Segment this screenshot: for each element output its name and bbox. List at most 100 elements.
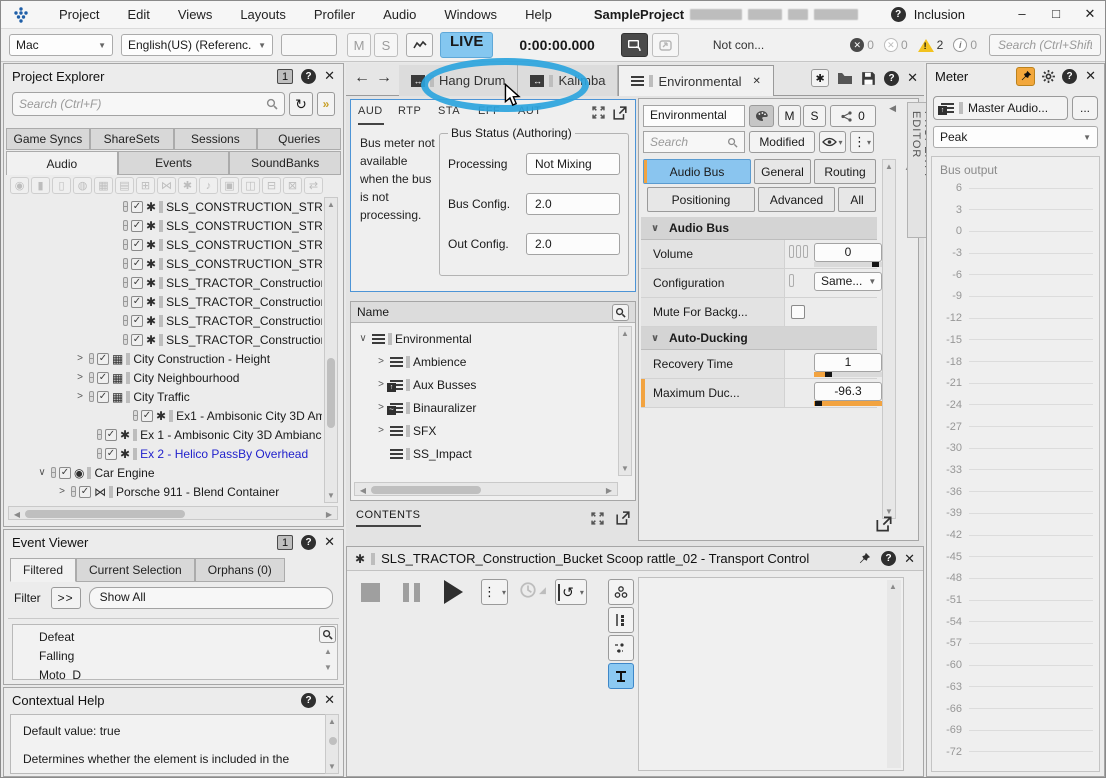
bus-tree-row[interactable]: >SFX xyxy=(351,419,635,442)
close-panel-icon[interactable]: ✕ xyxy=(904,551,915,567)
global-search-input[interactable] xyxy=(989,34,1101,56)
tree-row[interactable]: >✓▦City Neighbourhood xyxy=(8,368,322,387)
meter-more-button[interactable]: ... xyxy=(1072,96,1098,120)
meter-bus-button[interactable]: Master Audio... xyxy=(933,96,1068,120)
nav-forward-icon[interactable]: → xyxy=(376,69,392,87)
gear-icon[interactable] xyxy=(1041,69,1056,84)
menu-edit[interactable]: Edit xyxy=(113,1,163,29)
chevron-right-icon[interactable]: > xyxy=(375,425,387,436)
tree-row[interactable]: >✓▦City Construction - Height xyxy=(8,349,322,368)
error2-icon[interactable]: ✕ xyxy=(884,38,898,52)
pin-icon[interactable] xyxy=(1016,67,1035,86)
switch-container-icon[interactable]: ⊞ xyxy=(136,177,155,194)
close-panel-icon[interactable]: ✕ xyxy=(324,692,335,708)
random-container-icon[interactable]: ▦ xyxy=(94,177,113,194)
tab-current-selection[interactable]: Current Selection xyxy=(76,558,195,582)
tree-row[interactable]: ✓✱SLS_CONSTRUCTION_STREET_ xyxy=(8,216,322,235)
remote-connect-button[interactable] xyxy=(621,33,648,57)
chevron-down-icon[interactable]: ∨ xyxy=(649,223,661,234)
include-checkbox[interactable]: ✓ xyxy=(131,334,143,346)
tab-soundbanks[interactable]: SoundBanks xyxy=(229,151,341,175)
minimize-button[interactable]: – xyxy=(1005,1,1039,29)
menu-views[interactable]: Views xyxy=(164,1,226,29)
nav-back-icon[interactable]: ← xyxy=(354,69,370,87)
music-switch-icon[interactable]: ⊟ xyxy=(262,177,281,194)
tree-row[interactable]: ✓✱SLS_TRACTOR_Construction_B xyxy=(8,292,322,311)
column-header-name[interactable]: Name xyxy=(357,305,389,319)
chevron-right-icon[interactable]: > xyxy=(375,402,387,413)
event-list-item[interactable]: Moto_D xyxy=(39,666,337,680)
empty-field[interactable] xyxy=(281,34,337,56)
include-checkbox[interactable]: ✓ xyxy=(141,410,153,422)
include-checkbox[interactable]: ✓ xyxy=(105,429,117,441)
include-checkbox[interactable]: ✓ xyxy=(97,372,109,384)
list-search-button[interactable] xyxy=(319,626,336,643)
reset-button[interactable]: ↺▾ xyxy=(555,579,587,605)
tree-row[interactable]: ∨✓◉Car Engine xyxy=(8,463,322,482)
tree-hscrollbar[interactable]: ◀ ▶ xyxy=(8,506,338,520)
filter-value-field[interactable]: Show All xyxy=(89,587,333,609)
chevron-down-icon[interactable]: ∨ xyxy=(357,333,369,344)
close-panel-icon[interactable]: ✕ xyxy=(324,534,335,550)
refresh-button[interactable]: ↻ xyxy=(289,92,313,116)
tree-row[interactable]: ✓✱SLS_TRACTOR_Construction_N xyxy=(8,330,322,349)
help-icon[interactable]: ? xyxy=(301,69,316,84)
effect-icon[interactable]: ⇄ xyxy=(304,177,323,194)
pause-button[interactable] xyxy=(403,583,420,602)
bus-tree-row[interactable]: ∨Environmental xyxy=(351,327,635,350)
external-link-icon[interactable] xyxy=(876,516,892,532)
menu-help[interactable]: Help xyxy=(511,1,566,29)
tree-row[interactable]: ✓✱SLS_CONSTRUCTION_STREET_ xyxy=(8,254,322,273)
close-tab-icon[interactable]: ✕ xyxy=(753,76,761,87)
help-icon[interactable]: ? xyxy=(891,7,906,22)
expand-icon[interactable] xyxy=(591,512,604,525)
contents-vscrollbar[interactable]: ▲▼ xyxy=(618,326,632,476)
chevron-right-icon[interactable]: > xyxy=(56,486,68,497)
contents-tab[interactable]: CONTENTS xyxy=(356,509,421,527)
external-link-icon[interactable] xyxy=(613,106,627,120)
include-checkbox[interactable]: ✓ xyxy=(131,296,143,308)
language-select[interactable]: English(US) (Referenc...▼ xyxy=(121,34,273,56)
error-icon[interactable]: ✕ xyxy=(850,38,864,52)
tab-positioning[interactable]: Positioning xyxy=(647,187,755,212)
chevron-right-icon[interactable]: > xyxy=(375,379,387,390)
dropdown-field[interactable]: Same...▼ xyxy=(814,272,882,291)
scroll-down-icon[interactable]: ▼ xyxy=(322,663,334,672)
scroll-up-icon[interactable]: ▲ xyxy=(322,647,334,656)
tree-row[interactable]: >✓⋈Porsche 911 - Blend Container xyxy=(8,482,322,501)
tree-row[interactable]: ✓✱SLS_TRACTOR_Construction_B xyxy=(8,273,322,292)
tab-audio[interactable]: Audio xyxy=(6,151,118,175)
tab-filtered[interactable]: Filtered xyxy=(10,558,76,582)
chevron-right-icon[interactable]: > xyxy=(74,353,86,364)
menu-audio[interactable]: Audio xyxy=(369,1,430,29)
solo-button[interactable]: S xyxy=(374,33,398,57)
chevron-right-icon[interactable]: > xyxy=(375,356,387,367)
bus-tree-row[interactable]: SS_Impact xyxy=(351,442,635,465)
tree-vscrollbar[interactable]: ▲ ▼ xyxy=(324,197,338,503)
rtpc-pill-icon[interactable] xyxy=(789,245,794,258)
bus-tree-row[interactable]: >Binauralizer xyxy=(351,396,635,419)
value-slider[interactable] xyxy=(814,401,882,406)
modified-filter-button[interactable]: Modified xyxy=(749,131,815,153)
tree-search-button[interactable] xyxy=(612,304,629,321)
rtpc-pill-icon[interactable] xyxy=(796,245,801,258)
pin-icon[interactable] xyxy=(858,552,871,565)
expand-chevrons-button[interactable]: » xyxy=(317,92,335,116)
help-icon[interactable]: ? xyxy=(884,71,899,86)
open-folder-icon[interactable] xyxy=(837,71,853,85)
include-checkbox[interactable]: ✓ xyxy=(97,353,109,365)
explorer-search-input[interactable]: Search (Ctrl+F) xyxy=(19,97,266,111)
collapse-left-icon[interactable]: ◀ xyxy=(889,103,896,114)
warning-icon[interactable]: ! xyxy=(918,39,934,52)
layout-star-button[interactable]: ✱ xyxy=(811,69,829,87)
include-checkbox[interactable]: ✓ xyxy=(131,201,143,213)
help-icon[interactable]: ? xyxy=(881,551,896,566)
value-field[interactable]: 1 xyxy=(814,353,882,372)
tab-orphans-0[interactable]: Orphans (0) xyxy=(195,558,285,582)
expand-icon[interactable] xyxy=(592,106,605,119)
remote-platform-button[interactable] xyxy=(652,33,679,57)
music-segment-icon[interactable]: ▣ xyxy=(220,177,239,194)
tree-row[interactable]: ✓✱SLS_TRACTOR_Construction_N xyxy=(8,311,322,330)
tab-events[interactable]: Events xyxy=(118,151,230,175)
menu-project[interactable]: Project xyxy=(45,1,113,29)
